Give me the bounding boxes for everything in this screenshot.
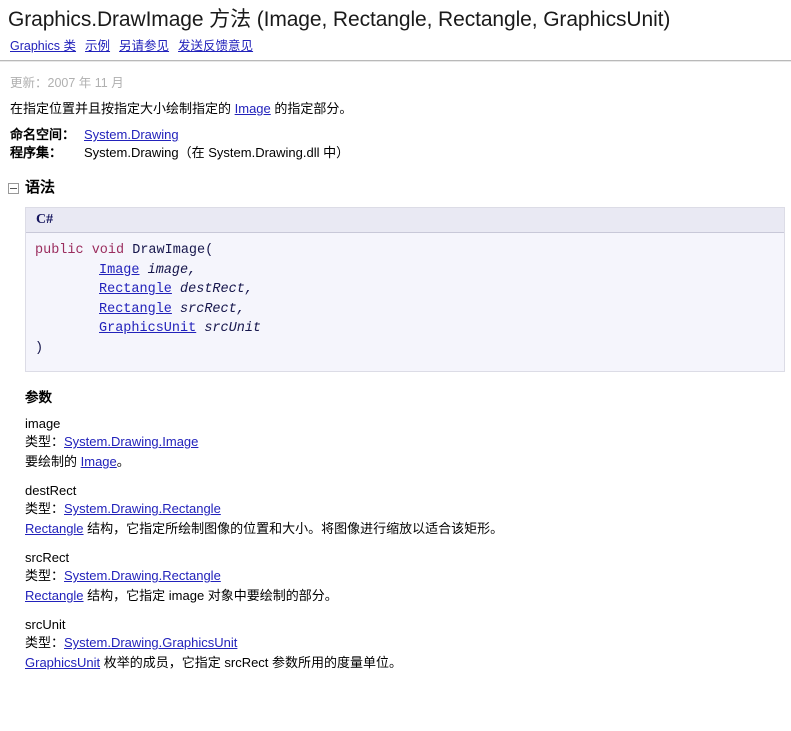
parameter-desc-post: 枚举的成员，它指定 srcRect 参数所用的度量单位。 <box>100 655 403 670</box>
parameter-item: srcRect 类型：System.Drawing.Rectangle Rect… <box>25 549 791 605</box>
parameter-desc-pre: 要绘制的 <box>25 454 81 469</box>
parameters-heading: 参数 <box>25 390 52 405</box>
header-link-graphics-suffix: 类 <box>60 39 77 53</box>
parameter-desc-link[interactable]: Rectangle <box>25 521 84 536</box>
parameter-desc-post: 结构，它指定所绘制图像的位置和大小。将图像进行缩放以适合该矩形。 <box>83 521 504 536</box>
assembly-row: 程序集： System.Drawing（在 System.Drawing.dll … <box>10 144 791 162</box>
assembly-label: 程序集： <box>10 145 63 160</box>
parameter-type-row: 类型：System.Drawing.Image <box>25 433 791 451</box>
syntax-section-heading: 语法 <box>0 162 791 198</box>
parameter-type-row: 类型：System.Drawing.Rectangle <box>25 500 791 518</box>
parameter-type-link[interactable]: System.Drawing.Image <box>64 434 198 449</box>
parameter-name: srcRect <box>25 550 70 565</box>
code-param-srcrect: srcRect, <box>171 301 245 317</box>
code-method-signature: DrawImage( <box>124 243 214 258</box>
parameter-name: srcUnit <box>25 617 66 632</box>
parameter-type-link[interactable]: System.Drawing.GraphicsUnit <box>64 635 237 650</box>
code-type-link-rectangle-dest[interactable]: Rectangle <box>99 282 172 297</box>
parameter-name: image <box>25 416 61 431</box>
namespace-label: 命名空间： <box>10 127 76 142</box>
syntax-heading-label: 语法 <box>25 179 56 196</box>
syntax-code-block: C# public void DrawImage( Image image, R… <box>25 207 785 372</box>
code-param-destrect: destRect, <box>171 282 253 297</box>
namespace-row: 命名空间： System.Drawing <box>10 126 791 144</box>
code-language-tab[interactable]: C# <box>26 208 784 233</box>
parameter-desc-post: 。 <box>116 454 130 469</box>
code-keyword-public-void: public void <box>35 243 125 258</box>
page-title: Graphics.DrawImage 方法 (Image, Rectangle,… <box>8 8 671 31</box>
header-link-graphics-text: Graphics <box>10 39 61 53</box>
meta-block: 命名空间： System.Drawing 程序集： System.Drawing（在… <box>0 118 791 162</box>
code-param-image: image, <box>139 262 197 278</box>
header-link-graphics-class[interactable]: Graphics 类 <box>10 39 76 53</box>
parameter-type-label: 类型： <box>25 434 65 449</box>
parameter-description: Rectangle 结构，它指定所绘制图像的位置和大小。将图像进行缩放以适合该矩… <box>25 518 791 538</box>
parameter-type-label: 类型： <box>25 501 65 516</box>
parameter-description: 要绘制的 Image。 <box>25 451 791 471</box>
updated-date: 更新：2007 年 11 月 <box>10 76 124 90</box>
header-link-bar: Graphics 类示例 另请参见 发送反馈意见 <box>0 33 791 54</box>
parameter-type-link[interactable]: System.Drawing.Rectangle <box>64 568 221 583</box>
parameter-type-row: 类型：System.Drawing.GraphicsUnit <box>25 634 791 652</box>
parameter-type-link[interactable]: System.Drawing.Rectangle <box>64 501 221 516</box>
parameters-section: 参数 image 类型：System.Drawing.Image 要绘制的 Im… <box>0 372 791 672</box>
parameter-item: image 类型：System.Drawing.Image 要绘制的 Image… <box>25 415 791 471</box>
collapse-minus-icon[interactable] <box>8 182 19 194</box>
parameter-desc-link[interactable]: Rectangle <box>25 588 84 603</box>
summary-prefix: 在指定位置并且按指定大小绘制指定的 <box>10 101 235 116</box>
parameter-item: destRect 类型：System.Drawing.Rectangle Rec… <box>25 482 791 538</box>
parameter-item: srcUnit 类型：System.Drawing.GraphicsUnit G… <box>25 616 791 672</box>
parameter-name: destRect <box>25 483 77 498</box>
summary-image-link[interactable]: Image <box>235 101 271 116</box>
parameter-desc-post: 结构，它指定 image 对象中要绘制的部分。 <box>83 588 338 603</box>
code-param-srcunit: srcUnit <box>196 321 262 336</box>
parameter-desc-link[interactable]: GraphicsUnit <box>25 655 100 670</box>
parameter-type-label: 类型： <box>25 635 65 650</box>
parameter-description: GraphicsUnit 枚举的成员，它指定 srcRect 参数所用的度量单位… <box>25 652 791 672</box>
code-closing-paren: ) <box>35 340 44 356</box>
code-type-link-image[interactable]: Image <box>99 263 140 278</box>
namespace-link[interactable]: System.Drawing <box>84 127 179 142</box>
header-link-see-also[interactable]: 另请参见 <box>119 39 169 53</box>
parameter-description: Rectangle 结构，它指定 image 对象中要绘制的部分。 <box>25 585 791 605</box>
parameter-desc-inline-link[interactable]: Image <box>81 454 117 469</box>
parameter-type-label: 类型： <box>25 568 65 583</box>
header-link-example[interactable]: 示例 <box>85 39 110 53</box>
code-type-link-graphicsunit[interactable]: GraphicsUnit <box>99 321 196 336</box>
header-link-send-feedback[interactable]: 发送反馈意见 <box>178 39 253 53</box>
summary-text: 在指定位置并且按指定大小绘制指定的 Image 的指定部分。 <box>0 91 791 118</box>
code-type-link-rectangle-src[interactable]: Rectangle <box>99 302 172 317</box>
summary-suffix: 的指定部分。 <box>270 101 353 116</box>
assembly-value: System.Drawing（在 System.Drawing.dll 中） <box>84 145 350 160</box>
parameter-type-row: 类型：System.Drawing.Rectangle <box>25 567 791 585</box>
code-body: public void DrawImage( Image image, Rect… <box>26 233 784 371</box>
